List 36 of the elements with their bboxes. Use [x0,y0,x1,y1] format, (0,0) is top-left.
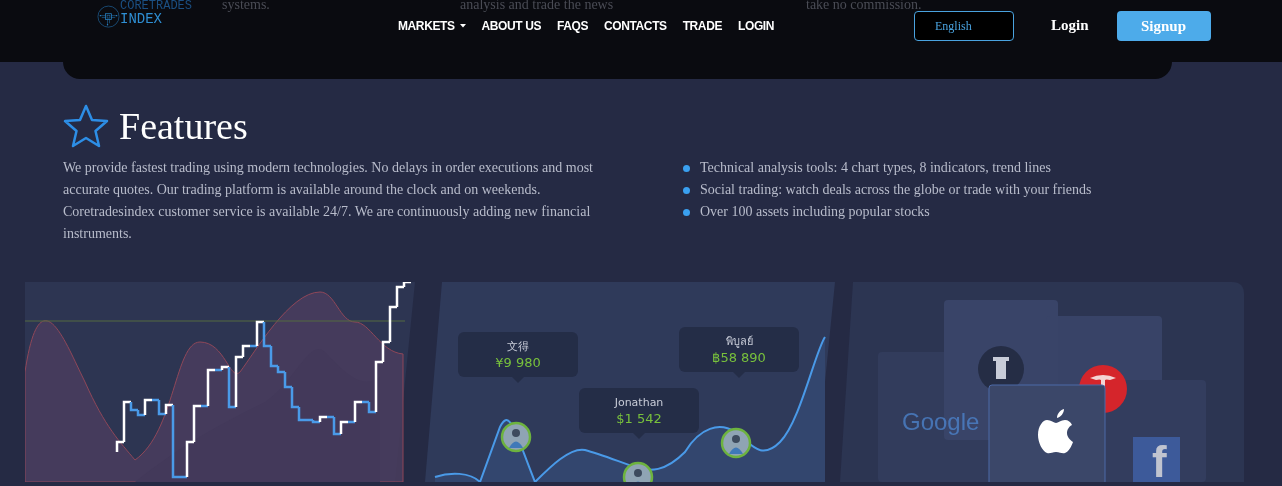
trader-name: Jonathan [614,394,664,410]
profit-amount: ¥9 980 [495,353,541,371]
caret-icon [459,24,466,28]
avatar [500,421,532,453]
star-icon [63,104,109,148]
logo-text: CORETRADES [120,0,192,12]
section-title: Features [119,104,248,148]
logo-tile [1133,437,1180,482]
login-link[interactable]: Login [1051,17,1089,34]
apple-icon [1038,409,1073,454]
avatar [720,427,752,459]
bullet-icon [683,208,690,216]
feature-item: Over 100 assets including popular stocks [700,204,930,220]
faded-text: systems. [222,0,271,13]
bullet-icon [683,164,690,172]
trader-name: พิบูลย์ [725,333,753,349]
bullet-icon [683,186,690,194]
logo-wordmark: Google [902,408,980,435]
profit-amount: $1 542 [616,409,662,427]
avatar [622,461,654,482]
nav-link[interactable]: MARKETS [398,19,466,33]
faded-text: take no commission. [806,0,922,13]
nav-link[interactable]: CONTACTS [604,19,667,33]
language-select[interactable]: English [914,11,1014,41]
features-description: We provide fastest trading using modern technologies. No delays in order executions and most accurate quotes. Our trading platform is available around the clock and on weekends. Coretradesindex customer service is available 24/7. We are continuously adding new financial instruments. [63,159,593,243]
trader-name: 文得 [507,338,529,354]
logo-letter: f [1152,437,1167,482]
nav-link[interactable]: LOGIN [738,19,774,33]
profit-amount: ฿58 890 [712,348,766,366]
feature-item: Social trading: watch deals across the globe or trade with your friends [700,182,1092,198]
faded-text: analysis and trade the news [460,0,615,13]
feature-item: Technical analysis tools: 4 chart types, 8 indicators, trend lines [700,160,1051,176]
nav-link[interactable]: ABOUT US [481,19,541,33]
logo-text: INDEX [120,12,163,26]
nav-link[interactable]: FAQS [557,19,589,33]
nav-link[interactable]: TRADE [682,19,722,33]
